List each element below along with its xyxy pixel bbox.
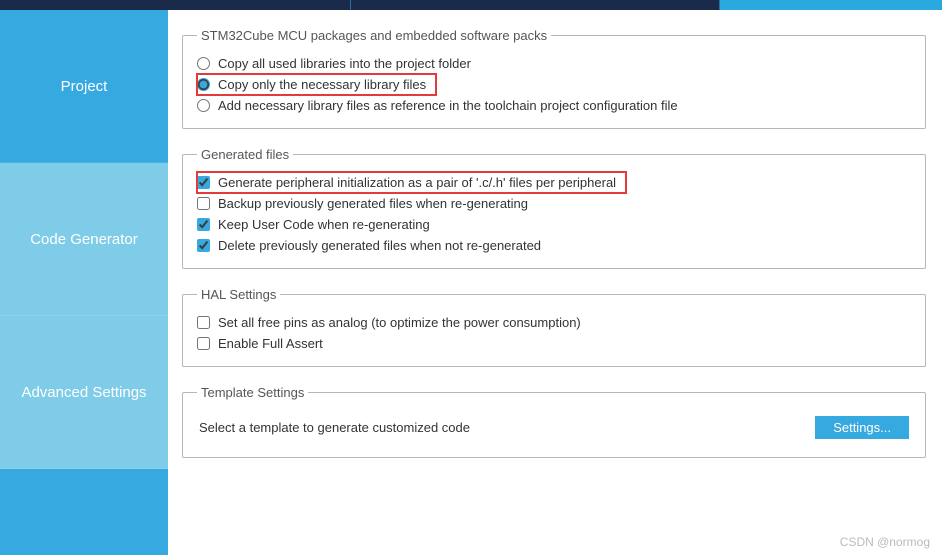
checkbox-full-assert[interactable] <box>197 337 210 350</box>
radio-add-reference[interactable] <box>197 99 210 112</box>
packages-group: STM32Cube MCU packages and embedded soft… <box>182 28 926 129</box>
sidebar-item-advanced-settings[interactable]: Advanced Settings <box>0 316 168 469</box>
label-keep-user-code: Keep User Code when re-generating <box>218 217 430 232</box>
sidebar: Project Code Generator Advanced Settings <box>0 10 168 555</box>
packages-legend: STM32Cube MCU packages and embedded soft… <box>197 28 551 43</box>
settings-button[interactable]: Settings... <box>815 416 909 439</box>
checkbox-pair-files[interactable] <box>197 176 210 189</box>
template-legend: Template Settings <box>197 385 308 400</box>
label-copy-all: Copy all used libraries into the project… <box>218 56 471 71</box>
radio-copy-all[interactable] <box>197 57 210 70</box>
label-full-assert: Enable Full Assert <box>218 336 323 351</box>
label-backup: Backup previously generated files when r… <box>218 196 528 211</box>
hal-legend: HAL Settings <box>197 287 280 302</box>
checkbox-keep-user-code[interactable] <box>197 218 210 231</box>
sidebar-item-code-generator[interactable]: Code Generator <box>0 163 168 316</box>
label-pair-files: Generate peripheral initialization as a … <box>218 175 616 190</box>
template-description: Select a template to generate customized… <box>199 420 470 435</box>
label-copy-necessary: Copy only the necessary library files <box>218 77 426 92</box>
hal-settings-group: HAL Settings Set all free pins as analog… <box>182 287 926 367</box>
label-free-pins-analog: Set all free pins as analog (to optimize… <box>218 315 581 330</box>
label-delete-prev: Delete previously generated files when n… <box>218 238 541 253</box>
sidebar-item-project[interactable]: Project <box>0 10 168 163</box>
label-add-reference: Add necessary library files as reference… <box>218 98 678 113</box>
generated-legend: Generated files <box>197 147 293 162</box>
checkbox-delete-prev[interactable] <box>197 239 210 252</box>
main-panel: STM32Cube MCU packages and embedded soft… <box>168 10 942 555</box>
top-tab-bar <box>0 0 942 10</box>
radio-copy-necessary[interactable] <box>197 78 210 91</box>
checkbox-free-pins-analog[interactable] <box>197 316 210 329</box>
checkbox-backup[interactable] <box>197 197 210 210</box>
template-settings-group: Template Settings Select a template to g… <box>182 385 926 458</box>
generated-files-group: Generated files Generate peripheral init… <box>182 147 926 269</box>
watermark: CSDN @normog <box>840 535 930 549</box>
